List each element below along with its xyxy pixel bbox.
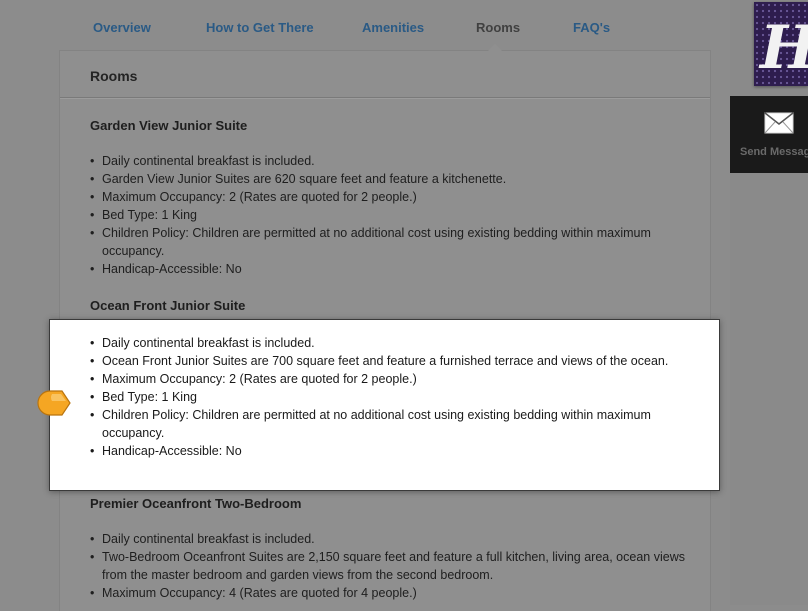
room-title-ocean-front: Ocean Front Junior Suite [90, 298, 246, 313]
list-item: Bed Type: 1 King [90, 206, 686, 224]
list-item: Maximum Occupancy: 2 (Rates are quoted f… [90, 370, 686, 388]
pointer-marker-icon [37, 390, 71, 416]
tab-rooms[interactable]: Rooms [476, 20, 520, 35]
list-item: Garden View Junior Suites are 620 square… [90, 170, 686, 188]
room-features-garden-view: Daily continental breakfast is included.… [90, 152, 686, 278]
tab-overview[interactable]: Overview [93, 20, 151, 35]
list-item: Two-Bedroom Oceanfront Suites are 2,150 … [90, 548, 686, 584]
hotel-logo[interactable]: H [754, 2, 808, 86]
highlighted-room-features: Daily continental breakfast is included.… [49, 319, 720, 491]
room-title-garden-view: Garden View Junior Suite [90, 118, 248, 133]
envelope-icon [764, 112, 794, 134]
logo-pattern-icon: H [754, 2, 808, 86]
tab-faqs[interactable]: FAQ's [573, 20, 610, 35]
tab-amenities[interactable]: Amenities [362, 20, 424, 35]
list-item: Maximum Occupancy: 2 (Rates are quoted f… [90, 188, 686, 206]
list-item: Handicap-Accessible: No [90, 442, 686, 460]
panel-header: Rooms [60, 51, 710, 98]
svg-text:H: H [758, 13, 808, 83]
send-message-label: Send Message [740, 146, 808, 158]
list-item: Daily continental breakfast is included. [90, 152, 686, 170]
side-panel [730, 0, 808, 605]
room-title-premier-oceanfront: Premier Oceanfront Two-Bedroom [90, 496, 302, 511]
list-item: Ocean Front Junior Suites are 700 square… [90, 352, 686, 370]
section-tabs: Overview How to Get There Amenities Room… [60, 0, 710, 50]
tab-how-to-get-there[interactable]: How to Get There [206, 20, 314, 35]
list-item: Bed Type: 1 King [90, 388, 686, 406]
list-item: Daily continental breakfast is included. [90, 334, 686, 352]
list-item: Daily continental breakfast is included. [90, 530, 686, 548]
page-title: Rooms [90, 68, 138, 84]
list-item: Children Policy: Children are permitted … [90, 224, 686, 260]
send-message-button[interactable]: Send Message [730, 96, 808, 173]
list-item: Handicap-Accessible: No [90, 260, 686, 278]
room-features-ocean-front: Daily continental breakfast is included.… [90, 334, 686, 460]
room-features-premier-oceanfront: Daily continental breakfast is included.… [90, 530, 686, 602]
active-tab-pointer [488, 44, 502, 51]
list-item: Children Policy: Children are permitted … [90, 406, 686, 442]
list-item: Maximum Occupancy: 4 (Rates are quoted f… [90, 584, 686, 602]
